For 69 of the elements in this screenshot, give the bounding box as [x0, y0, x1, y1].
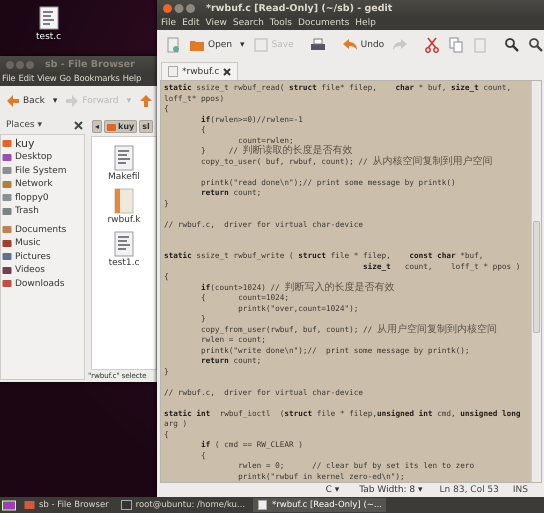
menu-item[interactable]: Help	[355, 18, 376, 28]
search-icon	[504, 37, 520, 53]
window-title: sb - File Browser	[45, 59, 135, 70]
show-desktop-icon[interactable]	[2, 500, 16, 510]
status-dropdown[interactable]: Tab Width: 8 ▾	[356, 485, 426, 495]
code-editor[interactable]	[161, 81, 531, 482]
left-arrow-icon	[6, 94, 20, 108]
terminal-icon	[120, 500, 132, 510]
menu-item[interactable]: File	[2, 74, 16, 84]
sidebar-item[interactable]: Network	[2, 178, 83, 191]
taskbar-button[interactable]: root@ubuntu: /home/ku...	[116, 498, 250, 512]
file-name[interactable]: rwbuf.k	[107, 215, 141, 225]
document-icon	[168, 66, 178, 77]
sidebar-item[interactable]: Videos	[2, 264, 83, 277]
sidebar-item[interactable]: File System	[2, 164, 83, 178]
text-file-icon[interactable]	[114, 145, 134, 171]
printer-icon	[310, 37, 326, 53]
document-icon	[257, 500, 268, 510]
package-file-icon[interactable]	[114, 188, 134, 214]
menu-item[interactable]: Edit	[18, 74, 34, 84]
sidebar-item[interactable]: Trash	[2, 204, 83, 218]
menu-item[interactable]: View	[206, 18, 227, 28]
sidebar-item[interactable]: Pictures	[2, 250, 83, 264]
menu-item[interactable]: File	[161, 18, 176, 28]
right-arrow-icon	[65, 94, 80, 108]
back-button[interactable]: Back	[3, 92, 48, 110]
dropdown-button[interactable]: ▾	[237, 38, 248, 52]
sidebar-item[interactable]: Desktop	[2, 150, 83, 164]
sidebar-item[interactable]: Documents	[2, 223, 83, 236]
status-text: Ln 83, Col 53	[440, 485, 499, 495]
menu-item[interactable]: Edit	[182, 18, 200, 28]
file-name[interactable]: Makefil	[108, 172, 140, 182]
sidebar-item[interactable]: Music	[2, 236, 83, 250]
text-file-icon[interactable]	[38, 6, 59, 30]
window-controls-icon[interactable]	[162, 3, 196, 14]
menu-item[interactable]: View	[37, 74, 56, 84]
vertical-scrollbar[interactable]	[531, 81, 541, 482]
menu-item[interactable]: Search	[232, 18, 264, 28]
path-scroll-button[interactable]: ◂	[92, 120, 102, 133]
file-name[interactable]: test1.c	[108, 258, 140, 268]
copy-icon	[448, 37, 464, 53]
close-icon[interactable]	[223, 68, 232, 76]
menu-item[interactable]: Bookmarks	[74, 74, 120, 84]
close-icon[interactable]	[74, 120, 83, 130]
sidebar-item[interactable]: floppy0	[2, 191, 83, 204]
menu-item[interactable]: Help	[122, 74, 142, 84]
file-name[interactable]: test.c	[36, 32, 62, 42]
menu-item[interactable]: Tools	[270, 18, 292, 28]
taskbar-button[interactable]: *rwbuf.c [Read-Only] (~...	[253, 498, 386, 512]
places-dropdown[interactable]: Places ▾	[6, 120, 42, 130]
path-button[interactable]: kuy	[104, 120, 138, 133]
taskbar-button[interactable]: sb - File Browser	[20, 498, 113, 512]
new-document-icon	[165, 37, 181, 53]
status-dropdown[interactable]: C ▾	[322, 485, 342, 495]
status-text: INS	[512, 485, 528, 495]
sidebar-item[interactable]: kuy	[2, 137, 83, 150]
open-button[interactable]: Open	[186, 35, 236, 55]
up-arrow-icon	[139, 94, 154, 108]
window-title: *rwbuf.c [Read-Only] (~/sb) - gedit	[206, 3, 392, 14]
path-button[interactable]: sl	[139, 120, 153, 133]
text-file-icon[interactable]	[114, 231, 134, 257]
document-tab[interactable]: *rwbuf.c	[161, 62, 238, 80]
undo-button[interactable]: Undo	[338, 35, 388, 55]
menu-item[interactable]: Go	[59, 74, 71, 84]
search-replace-icon	[528, 37, 544, 53]
scissors-icon	[424, 37, 440, 53]
menu-item[interactable]: Documents	[298, 18, 350, 28]
dropdown-button[interactable]: ▾	[50, 94, 60, 108]
sidebar-item[interactable]: Downloads	[2, 277, 83, 290]
